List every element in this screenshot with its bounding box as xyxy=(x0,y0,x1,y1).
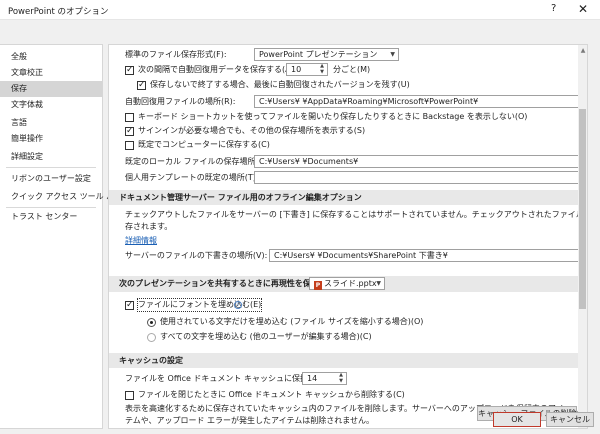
sidebar-divider xyxy=(6,167,96,168)
stepper-arrows-icon[interactable]: ▲ ▼ xyxy=(337,372,345,384)
embed-all-chars-label: すべての文字を埋め込む (他のユーザーが編集する場合)(C) xyxy=(160,332,372,341)
save-to-computer-label: 既定でコンピューターに保存する(C) xyxy=(138,140,270,149)
embed-fonts-checkbox[interactable] xyxy=(125,299,134,311)
content-scrollbar[interactable]: ▲ ▼ xyxy=(578,44,588,429)
save-format-dropdown[interactable]: PowerPoint プレゼンテーション ▼ xyxy=(254,48,399,61)
scroll-thumb[interactable] xyxy=(579,109,586,309)
embed-used-chars-radio[interactable] xyxy=(147,318,156,327)
cache-days-stepper[interactable]: 14 ▲ ▼ xyxy=(302,372,347,385)
autorecover-label: 次の間隔で自動回復用データを保存する(A): xyxy=(138,65,297,74)
offline-editing-section-header: ドキュメント管理サーバー ファイル用のオフライン編集オプション xyxy=(109,190,579,205)
window-title: PowerPoint のオプション xyxy=(8,7,109,17)
fidelity-heading: 次のプレゼンテーションを共有するときに再現性を保つ(D): xyxy=(119,279,336,288)
sidebar-item-language[interactable]: 言語 xyxy=(0,115,102,131)
cancel-button[interactable]: キャンセル xyxy=(546,412,594,427)
hide-backstage-label: キーボード ショートカットを使ってファイルを開いたり保存したりするときに Bac… xyxy=(138,112,528,121)
embed-fonts-label: ファイルにフォントを埋め込む(E) xyxy=(136,298,263,312)
stepper-arrows-icon[interactable]: ▲ ▼ xyxy=(318,63,326,75)
show-other-locations-checkbox[interactable] xyxy=(125,125,134,137)
autorecover-location-label: 自動回復用ファイルの場所(R): xyxy=(125,97,236,106)
personal-templates-label: 個人用テンプレートの既定の場所(T): xyxy=(125,173,259,182)
sidebar-item-trust-center[interactable]: トラスト センター xyxy=(0,209,102,225)
close-button[interactable]: ✕ xyxy=(578,2,588,16)
delete-on-close-checkbox[interactable] xyxy=(125,391,134,400)
cache-note-line2: テムや、アップロード エラーが発生したアイテムは削除されません。 xyxy=(125,416,375,425)
sidebar-divider xyxy=(6,207,96,208)
drafts-location-label: サーバーのファイルの下書きの場所(V): xyxy=(125,251,268,260)
default-local-location-label: 既定のローカル ファイルの保存場所(I): xyxy=(125,157,267,166)
format-label: 標準のファイル保存形式(F): xyxy=(125,50,227,59)
help-button[interactable]: ? xyxy=(551,3,556,14)
chevron-down-icon: ▼ xyxy=(390,51,395,58)
drafts-location-input[interactable]: C:¥Users¥ ¥Documents¥SharePoint 下書き¥ xyxy=(269,249,579,262)
save-options-panel: 標準のファイル保存形式(F): PowerPoint プレゼンテーション ▼ 次… xyxy=(108,44,588,429)
sidebar-item-customize-ribbon[interactable]: リボンのユーザー設定 xyxy=(0,171,102,187)
save-format-value: PowerPoint プレゼンテーション xyxy=(259,50,378,59)
title-bar: PowerPoint のオプション ? ✕ xyxy=(0,0,600,20)
autorecover-checkbox[interactable] xyxy=(125,64,134,76)
cache-section-header: キャッシュの設定 xyxy=(109,353,579,368)
offline-description-line1: チェックアウトしたファイルをサーバーの [下書き] に保存することはサポートされ… xyxy=(125,210,588,219)
sidebar-item-proofing[interactable]: 文章校正 xyxy=(0,65,102,81)
minutes-unit-label: 分ごと(M) xyxy=(333,65,371,74)
sidebar-item-save[interactable]: 保存 xyxy=(0,81,102,97)
presentation-select-dropdown[interactable]: P スライド.pptx ▼ xyxy=(309,277,385,290)
sidebar-item-general[interactable]: 全般 xyxy=(0,49,102,65)
ok-button[interactable]: OK xyxy=(493,412,541,427)
keep-last-version-label: 保存しないで終了する場合、最後に自動回復されたバージョンを残す(U) xyxy=(150,80,410,89)
options-dialog: 全般 文章校正 保存 文字体裁 言語 簡単操作 詳細設定 リボンのユーザー設定 … xyxy=(0,20,600,434)
delete-on-close-label: ファイルを閉じたときに Office ドキュメント キャッシュから削除する(C) xyxy=(138,390,405,399)
powerpoint-file-icon: P xyxy=(314,281,322,290)
presentation-file-name: スライド.pptx xyxy=(324,279,377,288)
keep-last-version-checkbox[interactable] xyxy=(137,79,146,91)
save-to-computer-checkbox[interactable] xyxy=(125,141,134,150)
options-sidebar: 全般 文章校正 保存 文字体裁 言語 簡単操作 詳細設定 リボンのユーザー設定 … xyxy=(0,44,122,429)
sidebar-item-typography[interactable]: 文字体裁 xyxy=(0,97,102,113)
autorecover-minutes-value: 10 xyxy=(291,65,302,74)
info-icon[interactable]: i xyxy=(234,301,242,309)
hide-backstage-checkbox[interactable] xyxy=(125,113,134,122)
chevron-down-icon: ▼ xyxy=(376,280,381,287)
details-link[interactable]: 詳細情報 xyxy=(125,235,157,247)
sidebar-item-quick-access-toolbar[interactable]: クイック アクセス ツール バー xyxy=(0,189,122,205)
offline-description-line2: 存されます。 xyxy=(125,222,173,231)
scroll-up-icon[interactable]: ▲ xyxy=(579,47,587,57)
cache-days-value: 14 xyxy=(307,374,318,383)
autorecover-location-input[interactable]: C:¥Users¥ ¥AppData¥Roaming¥Microsoft¥Pow… xyxy=(254,95,579,108)
embed-all-chars-radio[interactable] xyxy=(147,333,156,342)
sidebar-item-accessibility[interactable]: 簡単操作 xyxy=(0,131,102,147)
sidebar-item-advanced[interactable]: 詳細設定 xyxy=(0,149,102,165)
personal-templates-input[interactable] xyxy=(254,171,579,184)
autorecover-minutes-stepper[interactable]: 10 ▲ ▼ xyxy=(286,63,328,76)
embed-used-chars-label: 使用されている文字だけを埋め込む (ファイル サイズを縮小する場合)(O) xyxy=(160,317,424,326)
show-other-locations-label: サインインが必要な場合でも、その他の保存場所を表示する(S) xyxy=(138,126,366,135)
default-local-location-input[interactable]: C:¥Users¥ ¥Documents¥ xyxy=(254,155,579,168)
